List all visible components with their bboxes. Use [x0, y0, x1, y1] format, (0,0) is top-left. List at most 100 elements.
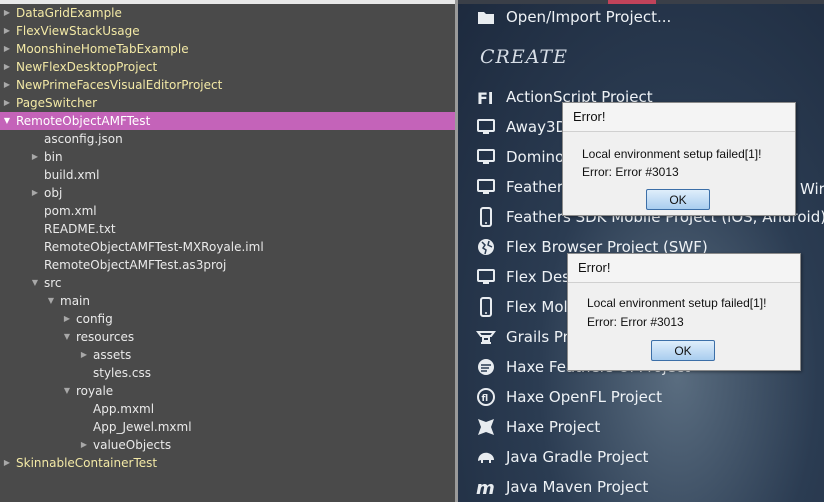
- tree-file-item[interactable]: build.xml: [0, 166, 455, 184]
- tree-folder-item[interactable]: ▼ royale: [0, 382, 455, 400]
- expand-arrow-open-icon[interactable]: ▼: [62, 328, 72, 346]
- expand-arrow-closed-icon[interactable]: ▶: [79, 436, 89, 454]
- expand-arrow-open-icon[interactable]: ▼: [2, 112, 12, 130]
- tree-file-item[interactable]: pom.xml: [0, 202, 455, 220]
- svg-text:Fl: Fl: [477, 89, 493, 107]
- tree-file-item[interactable]: styles.css: [0, 364, 455, 382]
- expand-arrow-open-icon[interactable]: ▼: [30, 274, 40, 292]
- tree-folder-item[interactable]: ▶ assets: [0, 346, 455, 364]
- expand-arrow-closed-icon[interactable]: ▶: [2, 4, 12, 22]
- dialog-title: Error!: [568, 254, 800, 283]
- expand-arrow-closed-icon[interactable]: ▶: [30, 148, 40, 166]
- expand-arrow-open-icon[interactable]: ▼: [46, 292, 56, 310]
- tree-item-label: SkinnableContainerTest: [16, 456, 158, 470]
- tree-project-item[interactable]: ▼ RemoteObjectAMFTest: [0, 112, 455, 130]
- tree-item-label: assets: [93, 348, 132, 362]
- maven-m-icon: m: [476, 478, 495, 497]
- tree-item-label: pom.xml: [44, 204, 97, 218]
- expand-arrow-closed-icon[interactable]: ▶: [2, 22, 12, 40]
- tree-item-label: README.txt: [44, 222, 116, 236]
- tree-project-item[interactable]: ▶ SkinnableContainerTest: [0, 454, 455, 472]
- create-item-label: Grails Pr: [506, 328, 569, 346]
- dialog-message-line1: Local environment setup failed[1]!: [587, 296, 767, 310]
- create-item-label: Flex Mol: [506, 298, 568, 316]
- openfl-icon: fl: [477, 388, 495, 406]
- tree-item-label: asconfig.json: [44, 132, 123, 146]
- tree-folder-item[interactable]: ▼ resources: [0, 328, 455, 346]
- haxe-feathers-icon: [478, 359, 494, 375]
- create-item-label: Away3D: [506, 118, 568, 136]
- tree-project-item[interactable]: ▶ MoonshineHomeTabExample: [0, 40, 455, 58]
- expand-arrow-open-icon[interactable]: ▼: [62, 382, 72, 400]
- tab-strip: [458, 0, 824, 4]
- expand-arrow-closed-icon[interactable]: ▶: [30, 184, 40, 202]
- monitor-icon: [477, 149, 495, 164]
- expand-arrow-closed-icon[interactable]: ▶: [2, 40, 12, 58]
- expand-arrow-closed-icon[interactable]: ▶: [2, 94, 12, 112]
- ok-button[interactable]: OK: [646, 189, 710, 210]
- svg-text:fl: fl: [482, 394, 489, 404]
- create-heading: CREATE: [480, 46, 568, 68]
- tree-item-label: RemoteObjectAMFTest-MXRoyale.iml: [44, 240, 264, 254]
- tree-file-item[interactable]: README.txt: [0, 220, 455, 238]
- expand-arrow-closed-icon[interactable]: ▶: [2, 58, 12, 76]
- create-item-label: Haxe OpenFL Project: [506, 388, 663, 406]
- tree-file-item[interactable]: App.mxml: [0, 400, 455, 418]
- tree-item-label: FlexViewStackUsage: [16, 24, 140, 38]
- tree-item-label: RemoteObjectAMFTest.as3proj: [44, 258, 227, 272]
- tree-item-label: main: [60, 294, 90, 308]
- tree-item-label: resources: [76, 330, 135, 344]
- mobile-icon: [480, 207, 492, 227]
- svg-text:m: m: [476, 478, 495, 497]
- expand-arrow-closed-icon[interactable]: ▶: [2, 454, 12, 472]
- grails-icon: [476, 331, 496, 344]
- tree-folder-item[interactable]: ▶ valueObjects: [0, 436, 455, 454]
- expand-arrow-closed-icon[interactable]: ▶: [2, 76, 12, 94]
- tree-item-label: App_Jewel.mxml: [93, 420, 192, 434]
- create-item-label: Java Gradle Project: [506, 448, 649, 466]
- tree-item-label: config: [76, 312, 113, 326]
- tree-project-item[interactable]: ▶ NewFlexDesktopProject: [0, 58, 455, 76]
- tree-project-item[interactable]: ▶ DataGridExample: [0, 4, 455, 22]
- tree-folder-item[interactable]: ▶ obj: [0, 184, 455, 202]
- error-dialog-2: Error! Local environment setup failed[1]…: [567, 253, 801, 371]
- clipped-text-label: Wir: [800, 180, 824, 198]
- tree-folder-item[interactable]: ▶ bin: [0, 148, 455, 166]
- tree-folder-item[interactable]: ▼ main: [0, 292, 455, 310]
- tree-item-label: bin: [44, 150, 63, 164]
- dialog-message-line1: Local environment setup failed[1]!: [582, 147, 762, 161]
- expand-arrow-closed-icon[interactable]: ▶: [79, 346, 89, 364]
- tree-item-label: royale: [76, 384, 114, 398]
- tree-folder-item[interactable]: ▼ src: [0, 274, 455, 292]
- tree-project-item[interactable]: ▶ NewPrimeFacesVisualEditorProject: [0, 76, 455, 94]
- tree-project-item[interactable]: ▶ PageSwitcher: [0, 94, 455, 112]
- monitor-icon: [477, 179, 495, 194]
- create-item-label: Flex Des: [506, 268, 570, 286]
- open-import-label: Open/Import Project...: [506, 8, 672, 26]
- project-tree: ▶ DataGridExample ▶ FlexViewStackUsage ▶ Moon…: [0, 0, 455, 502]
- tree-file-item[interactable]: App_Jewel.mxml: [0, 418, 455, 436]
- tree-file-item[interactable]: RemoteObjectAMFTest-MXRoyale.iml: [0, 238, 455, 256]
- tree-item-label: obj: [44, 186, 63, 200]
- tree-folder-item[interactable]: ▶ config: [0, 310, 455, 328]
- ok-button[interactable]: OK: [651, 340, 715, 361]
- tree-project-item[interactable]: ▶ FlexViewStackUsage: [0, 22, 455, 40]
- error-dialog-1: Error! Local environment setup failed[1]…: [562, 102, 796, 216]
- mobile-icon: [480, 297, 492, 317]
- dialog-message-line2: Error: Error #3013: [582, 165, 679, 179]
- gradle-elephant-icon: [478, 452, 494, 463]
- flash-fl-icon: Fl: [477, 89, 493, 107]
- dialog-title: Error!: [563, 103, 795, 132]
- tree-item-label: NewPrimeFacesVisualEditorProject: [16, 78, 223, 92]
- tree-item-label: valueObjects: [93, 438, 172, 452]
- create-item-label: Haxe Project: [506, 418, 601, 436]
- expand-arrow-closed-icon[interactable]: ▶: [62, 310, 72, 328]
- tree-item-label: styles.css: [93, 366, 151, 380]
- tree-item-label: src: [44, 276, 62, 290]
- tree-file-item[interactable]: RemoteObjectAMFTest.as3proj: [0, 256, 455, 274]
- tree-file-item[interactable]: asconfig.json: [0, 130, 455, 148]
- tree-item-label: App.mxml: [93, 402, 155, 416]
- tree-item-label: build.xml: [44, 168, 100, 182]
- folder-icon: [478, 12, 494, 24]
- create-item-label: Domino: [506, 148, 565, 166]
